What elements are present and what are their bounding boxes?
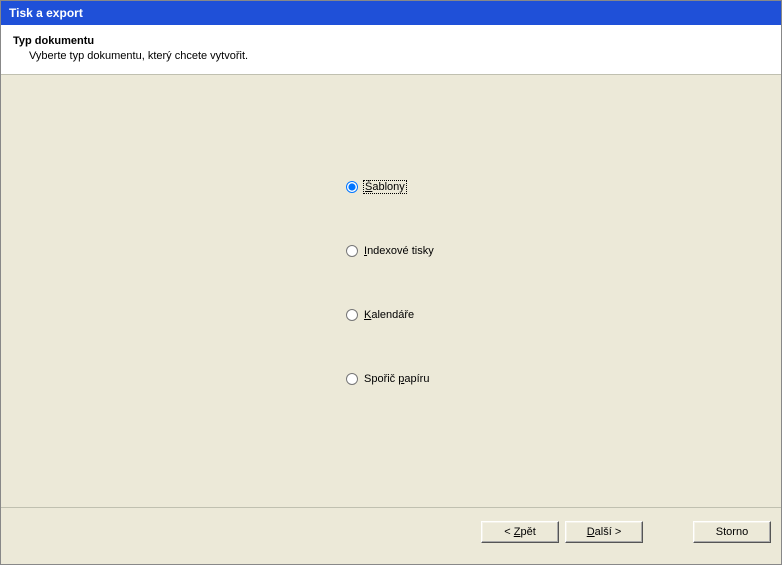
wizard-footer: < Zpět Další > Storno xyxy=(1,507,781,555)
cancel-button[interactable]: Storno xyxy=(693,521,771,543)
radio-calendars-input[interactable] xyxy=(346,309,358,321)
radio-option-calendars[interactable]: Kalendáře xyxy=(346,309,434,321)
radio-option-index[interactable]: Indexové tisky xyxy=(346,245,434,257)
header-title: Typ dokumentu xyxy=(13,35,769,47)
radio-option-templates[interactable]: Šablony xyxy=(346,181,434,193)
radio-index-label: Indexové tisky xyxy=(364,245,434,257)
back-button[interactable]: < Zpět xyxy=(481,521,559,543)
radio-paper-input[interactable] xyxy=(346,373,358,385)
window-title: Tisk a export xyxy=(9,6,83,20)
header-description: Vyberte typ dokumentu, který chcete vytv… xyxy=(29,50,769,62)
radio-calendars-label: Kalendáře xyxy=(364,309,414,321)
radio-paper-label: Spořič papíru xyxy=(364,373,429,385)
wizard-header: Typ dokumentu Vyberte typ dokumentu, kte… xyxy=(1,25,781,75)
titlebar: Tisk a export xyxy=(1,1,781,25)
document-type-radio-group: Šablony Indexové tisky Kalendáře Spořič … xyxy=(346,181,434,385)
radio-index-input[interactable] xyxy=(346,245,358,257)
radio-templates-label: Šablony xyxy=(364,181,406,193)
radio-option-paper-saver[interactable]: Spořič papíru xyxy=(346,373,434,385)
next-button[interactable]: Další > xyxy=(565,521,643,543)
wizard-body: Šablony Indexové tisky Kalendáře Spořič … xyxy=(1,75,781,507)
radio-templates-input[interactable] xyxy=(346,181,358,193)
